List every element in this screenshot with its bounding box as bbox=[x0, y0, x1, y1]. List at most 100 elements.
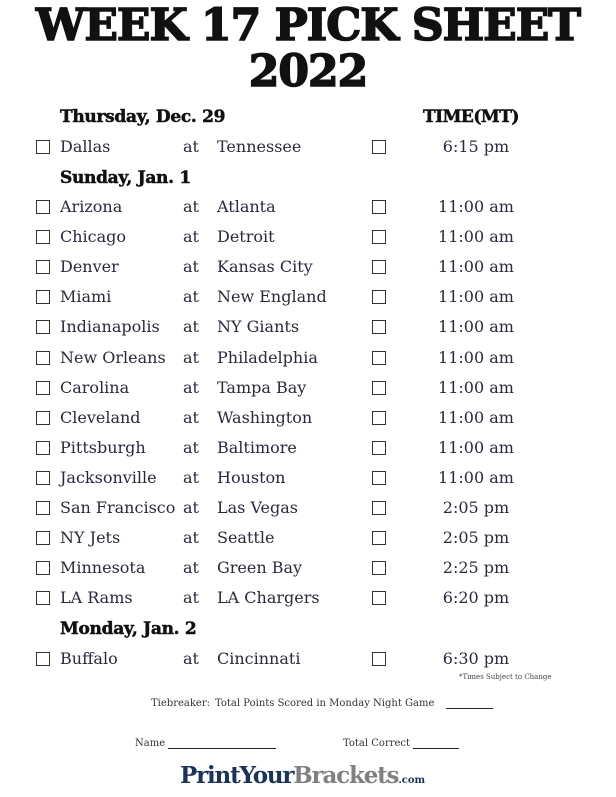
game-time: 6:15 pm bbox=[442, 137, 510, 156]
home-team-checkbox[interactable] bbox=[372, 290, 386, 304]
at-label: at bbox=[183, 317, 199, 336]
title-line-2: 2022 bbox=[248, 46, 369, 97]
printyourbrackets-logo[interactable]: PrintYourBrackets.com bbox=[180, 762, 425, 789]
game-row: Miami at New England 11:00 am bbox=[0, 286, 616, 308]
away-team-checkbox[interactable] bbox=[36, 230, 50, 244]
away-team: LA Rams bbox=[60, 588, 133, 607]
game-row: Indianapolis at NY Giants 11:00 am bbox=[0, 316, 616, 338]
home-team: Green Bay bbox=[217, 558, 303, 577]
home-team-checkbox[interactable] bbox=[372, 260, 386, 274]
home-team: Las Vegas bbox=[217, 498, 299, 517]
game-time: 11:00 am bbox=[438, 317, 514, 336]
name-input-line[interactable] bbox=[168, 748, 276, 749]
away-team: Indianapolis bbox=[60, 317, 160, 336]
home-team-checkbox[interactable] bbox=[372, 501, 386, 515]
home-team: Atlanta bbox=[217, 197, 276, 216]
total-correct-input-line[interactable] bbox=[413, 748, 459, 749]
away-team: Chicago bbox=[60, 227, 127, 246]
tiebreaker-input-line[interactable] bbox=[446, 708, 493, 709]
at-label: at bbox=[183, 137, 199, 156]
away-team: Carolina bbox=[60, 378, 130, 397]
game-row: Buffalo at Cincinnati 6:30 pm bbox=[0, 648, 616, 670]
away-team-checkbox[interactable] bbox=[36, 531, 50, 545]
home-team-checkbox[interactable] bbox=[372, 561, 386, 575]
day-heading: Monday, Jan. 2 bbox=[60, 619, 197, 640]
home-team-checkbox[interactable] bbox=[372, 351, 386, 365]
away-team-checkbox[interactable] bbox=[36, 320, 50, 334]
at-label: at bbox=[183, 408, 199, 427]
away-team: Arizona bbox=[60, 197, 123, 216]
at-label: at bbox=[183, 257, 199, 276]
at-label: at bbox=[183, 588, 199, 607]
day-heading: Sunday, Jan. 1 bbox=[60, 168, 192, 189]
game-time: 2:05 pm bbox=[442, 498, 510, 517]
page-title-year: 2022 bbox=[0, 46, 616, 97]
away-team-checkbox[interactable] bbox=[36, 200, 50, 214]
home-team-checkbox[interactable] bbox=[372, 200, 386, 214]
game-time: 11:00 am bbox=[438, 197, 514, 216]
home-team-checkbox[interactable] bbox=[372, 591, 386, 605]
at-label: at bbox=[183, 498, 199, 517]
away-team: San Francisco bbox=[60, 498, 176, 517]
game-row: Carolina at Tampa Bay 11:00 am bbox=[0, 377, 616, 399]
game-row: Denver at Kansas City 11:00 am bbox=[0, 256, 616, 278]
home-team-checkbox[interactable] bbox=[372, 471, 386, 485]
home-team: Philadelphia bbox=[217, 348, 318, 367]
logo-part-2: Brackets bbox=[293, 762, 399, 789]
game-time: 11:00 am bbox=[438, 227, 514, 246]
away-team: Miami bbox=[60, 287, 112, 306]
times-note: *Times Subject to Change bbox=[459, 673, 552, 681]
home-team-checkbox[interactable] bbox=[372, 531, 386, 545]
home-team: Washington bbox=[217, 408, 313, 427]
logo-part-1: PrintYour bbox=[180, 762, 295, 789]
game-row: LA Rams at LA Chargers 6:20 pm bbox=[0, 587, 616, 609]
home-team: LA Chargers bbox=[217, 588, 320, 607]
home-team-checkbox[interactable] bbox=[372, 320, 386, 334]
home-team: Houston bbox=[217, 468, 286, 487]
game-row: Dallas at Tennessee 6:15 pm bbox=[0, 136, 616, 158]
away-team-checkbox[interactable] bbox=[36, 290, 50, 304]
away-team: New Orleans bbox=[60, 348, 166, 367]
home-team-checkbox[interactable] bbox=[372, 441, 386, 455]
away-team-checkbox[interactable] bbox=[36, 381, 50, 395]
home-team-checkbox[interactable] bbox=[372, 652, 386, 666]
home-team-checkbox[interactable] bbox=[372, 230, 386, 244]
away-team-checkbox[interactable] bbox=[36, 441, 50, 455]
away-team-checkbox[interactable] bbox=[36, 411, 50, 425]
game-time: 11:00 am bbox=[438, 348, 514, 367]
home-team: Tennessee bbox=[217, 137, 302, 156]
away-team-checkbox[interactable] bbox=[36, 652, 50, 666]
away-team-checkbox[interactable] bbox=[36, 561, 50, 575]
home-team-checkbox[interactable] bbox=[372, 381, 386, 395]
away-team: Jacksonville bbox=[60, 468, 157, 487]
tiebreaker-label: Tiebreaker: bbox=[151, 698, 210, 709]
home-team: Tampa Bay bbox=[217, 378, 307, 397]
away-team-checkbox[interactable] bbox=[36, 260, 50, 274]
home-team: Baltimore bbox=[217, 438, 297, 457]
away-team-checkbox[interactable] bbox=[36, 140, 50, 154]
away-team: Cleveland bbox=[60, 408, 141, 427]
game-time: 11:00 am bbox=[438, 257, 514, 276]
home-team-checkbox[interactable] bbox=[372, 140, 386, 154]
away-team-checkbox[interactable] bbox=[36, 471, 50, 485]
game-row: Pittsburgh at Baltimore 11:00 am bbox=[0, 437, 616, 459]
at-label: at bbox=[183, 438, 199, 457]
away-team-checkbox[interactable] bbox=[36, 501, 50, 515]
game-row: San Francisco at Las Vegas 2:05 pm bbox=[0, 497, 616, 519]
name-label: Name bbox=[135, 738, 166, 749]
away-team-checkbox[interactable] bbox=[36, 591, 50, 605]
away-team: Minnesota bbox=[60, 558, 146, 577]
game-row: Minnesota at Green Bay 2:25 pm bbox=[0, 557, 616, 579]
game-time: 11:00 am bbox=[438, 468, 514, 487]
at-label: at bbox=[183, 227, 199, 246]
tiebreaker-text: Total Points Scored in Monday Night Game bbox=[215, 698, 435, 709]
title-line-1: WEEK 17 PICK SHEET bbox=[35, 0, 582, 51]
game-time: 2:05 pm bbox=[442, 528, 510, 547]
game-row: Jacksonville at Houston 11:00 am bbox=[0, 467, 616, 489]
home-team: Detroit bbox=[217, 227, 275, 246]
away-team-checkbox[interactable] bbox=[36, 351, 50, 365]
logo-part-3: .com bbox=[398, 775, 426, 786]
game-row: Cleveland at Washington 11:00 am bbox=[0, 407, 616, 429]
home-team-checkbox[interactable] bbox=[372, 411, 386, 425]
game-time: 6:30 pm bbox=[442, 649, 510, 668]
